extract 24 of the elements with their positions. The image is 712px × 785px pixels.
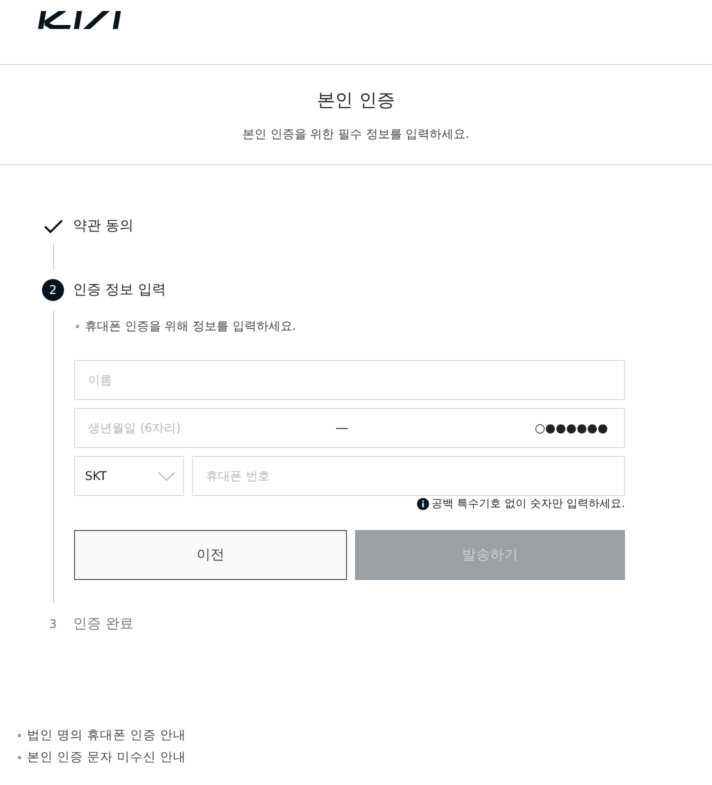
step-label: 약관 동의	[73, 217, 134, 235]
step-label: 인증 완료	[73, 615, 134, 633]
chevron-down-icon	[158, 472, 175, 480]
birth-date-field[interactable]: 생년월일 (6자리)	[88, 421, 336, 435]
hint-text: 공백 특수기호 없이 숫자만 입력하세요.	[432, 496, 625, 512]
phone-field[interactable]: 휴대폰 번호	[192, 456, 625, 496]
page-title: 본인 인증	[317, 89, 395, 113]
guide-text: 휴대폰 인증을 위해 정보를 입력하세요.	[85, 318, 296, 335]
masked-digits[interactable]: ○●●●●●●	[534, 421, 608, 435]
carrier-select[interactable]: SKT	[74, 456, 184, 496]
step-number: 3	[48, 616, 58, 633]
footer-link[interactable]: 본인 인증 문자 미수신 안내	[27, 748, 186, 766]
name-field[interactable]: 이름	[74, 360, 625, 400]
info-icon	[416, 498, 429, 510]
footer-link[interactable]: 법인 명의 휴대폰 인증 안내	[27, 726, 186, 744]
dash-separator: —	[335, 420, 348, 436]
bullet-icon	[18, 756, 21, 758]
previous-button[interactable]: 이전	[74, 530, 346, 580]
page-subtitle: 본인 인증을 위한 필수 정보를 입력하세요.	[242, 126, 470, 142]
bullet-icon	[18, 734, 21, 736]
bullet-icon	[76, 324, 79, 328]
logo[interactable]	[38, 9, 124, 29]
step-label: 인증 정보 입력	[73, 281, 166, 299]
step-number: 2	[42, 279, 64, 301]
